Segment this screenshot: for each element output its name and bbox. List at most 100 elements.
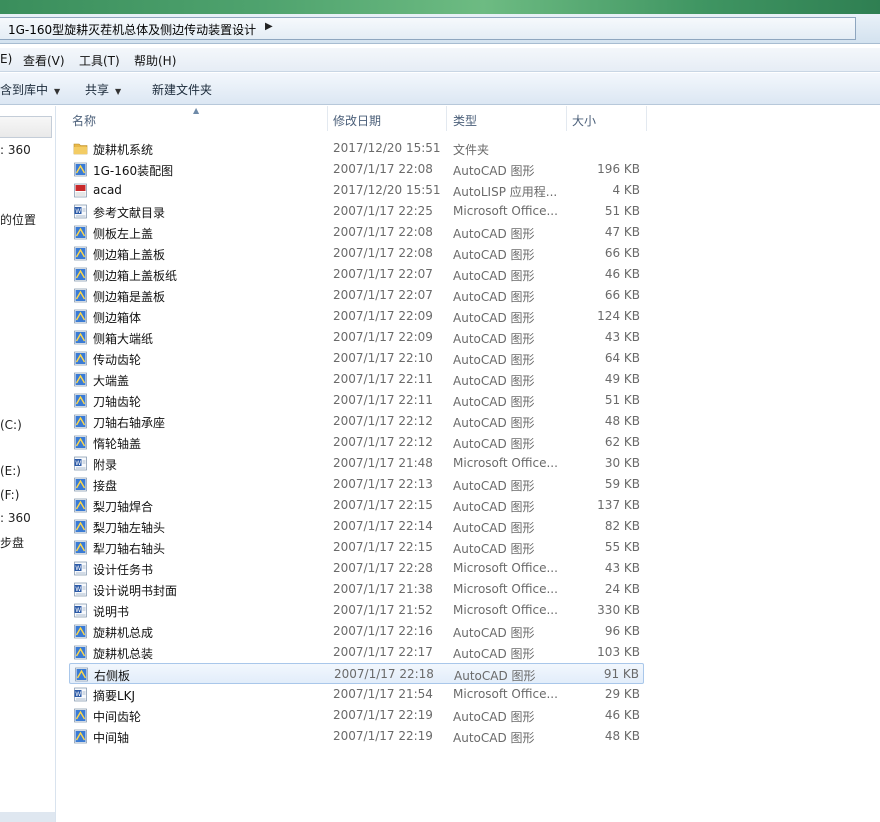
file-row[interactable]: W 说明书 2007/1/17 21:52 Microsoft Office... 33… [69, 600, 644, 621]
column-divider[interactable] [566, 106, 567, 131]
file-row[interactable]: 旋耕机总成 2007/1/17 22:16 AutoCAD 图形 96 KB [69, 621, 644, 642]
file-row[interactable]: 传动齿轮 2007/1/17 22:10 AutoCAD 图形 64 KB [69, 348, 644, 369]
menu-help[interactable]: 帮助(H) [134, 52, 176, 69]
file-name: 大端盖 [93, 374, 130, 388]
breadcrumb-folder[interactable]: 1G-160型旋耕灭茬机总体及侧边传动装置设计 [8, 21, 256, 38]
file-row[interactable]: 犁刀轴右轴头 2007/1/17 22:15 AutoCAD 图形 55 KB [69, 537, 644, 558]
file-row[interactable]: 1G-160装配图 2007/1/17 22:08 AutoCAD 图形 196 KB [69, 159, 644, 180]
file-row[interactable]: W 设计说明书封面 2007/1/17 21:38 Microsoft Office.… [69, 579, 644, 600]
file-row[interactable]: 侧边箱上盖板 2007/1/17 22:08 AutoCAD 图形 66 KB [69, 243, 644, 264]
file-row[interactable]: 旋耕机总装 2007/1/17 22:17 AutoCAD 图形 103 KB [69, 642, 644, 663]
nav-item-360[interactable]: : 360 [0, 143, 31, 157]
file-date: 2007/1/17 22:08 [333, 246, 433, 260]
file-date: 2007/1/17 22:07 [333, 267, 433, 281]
file-type: Microsoft Office... [453, 582, 558, 596]
file-type: AutoCAD 图形 [453, 731, 535, 745]
column-header-type[interactable]: 类型 [453, 112, 477, 129]
word-file-icon: W [73, 204, 88, 219]
svg-text:W: W [75, 208, 81, 215]
file-date: 2007/1/17 21:54 [333, 687, 433, 701]
autocad-file-icon [73, 435, 88, 450]
file-row[interactable]: 侧边箱体 2007/1/17 22:09 AutoCAD 图形 124 KB [69, 306, 644, 327]
file-date: 2007/1/17 22:15 [333, 540, 433, 554]
file-name: 1G-160装配图 [93, 164, 174, 178]
breadcrumb-chevron-right-icon[interactable]: ▶ [265, 21, 273, 32]
file-size: 48 KB [604, 414, 640, 428]
file-name: 侧边箱体 [93, 311, 142, 325]
file-name: 摘要LKJ [93, 689, 136, 703]
new-folder-button[interactable]: 新建文件夹 [152, 81, 212, 98]
column-header-size[interactable]: 大小 [572, 112, 596, 129]
nav-item-drive-e[interactable]: (E:) [0, 464, 21, 478]
autocad-file-icon [73, 708, 88, 723]
file-name: 刀轴右轴承座 [93, 416, 166, 430]
file-date: 2007/1/17 22:09 [333, 309, 433, 323]
file-row[interactable]: acad 2017/12/20 15:51 AutoLISP 应用程... 4 KB [69, 180, 644, 201]
file-row[interactable]: W 设计任务书 2007/1/17 22:28 Microsoft Office...… [69, 558, 644, 579]
include-in-library-button[interactable]: 含到库中 ▼ [0, 81, 60, 98]
autocad-file-icon [73, 498, 88, 513]
nav-item-drive-f[interactable]: (F:) [0, 488, 19, 502]
file-row[interactable]: 接盘 2007/1/17 22:13 AutoCAD 图形 59 KB [69, 474, 644, 495]
file-date: 2007/1/17 22:09 [333, 330, 433, 344]
file-date: 2007/1/17 21:48 [333, 456, 433, 470]
file-row[interactable]: 刀轴右轴承座 2007/1/17 22:12 AutoCAD 图形 48 KB [69, 411, 644, 432]
file-date: 2007/1/17 22:14 [333, 519, 433, 533]
file-size: 47 KB [604, 225, 640, 239]
file-row[interactable]: 梨刀轴焊合 2007/1/17 22:15 AutoCAD 图形 137 KB [69, 495, 644, 516]
menu-edit[interactable]: E) [0, 52, 12, 66]
svg-text:W: W [75, 586, 81, 593]
file-row[interactable]: W 参考文献目录 2007/1/17 22:25 Microsoft Office..… [69, 201, 644, 222]
file-row[interactable]: 右侧板 2007/1/17 22:18 AutoCAD 图形 91 KB [69, 663, 644, 684]
column-divider[interactable] [646, 106, 647, 131]
share-label: 共享 [85, 83, 110, 97]
column-divider[interactable] [446, 106, 447, 131]
file-row[interactable]: 旋耕机系统 2017/12/20 15:51 文件夹 [69, 138, 644, 159]
file-row[interactable]: 侧边箱上盖板纸 2007/1/17 22:07 AutoCAD 图形 46 KB [69, 264, 644, 285]
file-size: 62 KB [604, 435, 640, 449]
svg-text:W: W [75, 691, 81, 698]
file-type: AutoCAD 图形 [454, 669, 536, 683]
file-name: 梨刀轴左轴头 [93, 521, 166, 535]
autocad-file-icon [73, 624, 88, 639]
file-row[interactable]: 惰轮轴盖 2007/1/17 22:12 AutoCAD 图形 62 KB [69, 432, 644, 453]
file-row[interactable]: W 附录 2007/1/17 21:48 Microsoft Office... 30 … [69, 453, 644, 474]
file-type: Microsoft Office... [453, 456, 558, 470]
file-name: 侧箱大端纸 [93, 332, 154, 346]
file-name: 中间齿轮 [93, 710, 142, 724]
file-date: 2007/1/17 22:25 [333, 204, 433, 218]
nav-item-360-disk[interactable]: : 360 [0, 511, 31, 525]
file-row[interactable]: 侧板左上盖 2007/1/17 22:08 AutoCAD 图形 47 KB [69, 222, 644, 243]
file-row[interactable]: 刀轴齿轮 2007/1/17 22:11 AutoCAD 图形 51 KB [69, 390, 644, 411]
file-row[interactable]: 梨刀轴左轴头 2007/1/17 22:14 AutoCAD 图形 82 KB [69, 516, 644, 537]
file-row[interactable]: 中间齿轮 2007/1/17 22:19 AutoCAD 图形 46 KB [69, 705, 644, 726]
file-type: AutoCAD 图形 [453, 227, 535, 241]
column-header-date[interactable]: 修改日期 [333, 112, 381, 129]
file-row[interactable]: W 摘要LKJ 2007/1/17 21:54 Microsoft Office...… [69, 684, 644, 705]
file-size: 24 KB [604, 582, 640, 596]
navigation-pane: : 360 的位置 (C:) (E:) (F:) : 360 步盘 [0, 106, 56, 822]
nav-item-drive-c[interactable]: (C:) [0, 418, 22, 432]
file-type: AutoCAD 图形 [453, 248, 535, 262]
file-row[interactable]: 大端盖 2007/1/17 22:11 AutoCAD 图形 49 KB [69, 369, 644, 390]
file-row[interactable]: 中间轴 2007/1/17 22:19 AutoCAD 图形 48 KB [69, 726, 644, 747]
menu-tools[interactable]: 工具(T) [79, 52, 120, 69]
share-button[interactable]: 共享 ▼ [85, 81, 121, 98]
word-file-icon: W [73, 687, 88, 702]
file-size: 137 KB [597, 498, 640, 512]
column-divider[interactable] [327, 106, 328, 131]
menu-view[interactable]: 查看(V) [23, 52, 65, 69]
file-date: 2007/1/17 22:12 [333, 435, 433, 449]
autocad-file-icon [73, 267, 88, 282]
nav-item-sync-disk[interactable]: 步盘 [0, 534, 24, 551]
column-header-name[interactable]: 名称 [72, 112, 96, 129]
breadcrumb[interactable]: 1G-160型旋耕灭茬机总体及侧边传动装置设计 ▶ [0, 17, 856, 40]
nav-pane-scrollbar[interactable] [0, 812, 55, 822]
file-row[interactable]: 侧边箱是盖板 2007/1/17 22:07 AutoCAD 图形 66 KB [69, 285, 644, 306]
file-row[interactable]: 侧箱大端纸 2007/1/17 22:09 AutoCAD 图形 43 KB [69, 327, 644, 348]
svg-text:W: W [75, 565, 81, 572]
file-type: AutoCAD 图形 [453, 332, 535, 346]
nav-item-recent-places[interactable]: 的位置 [0, 211, 36, 228]
file-name: acad [93, 183, 122, 197]
file-date: 2017/12/20 15:51 [333, 183, 441, 197]
